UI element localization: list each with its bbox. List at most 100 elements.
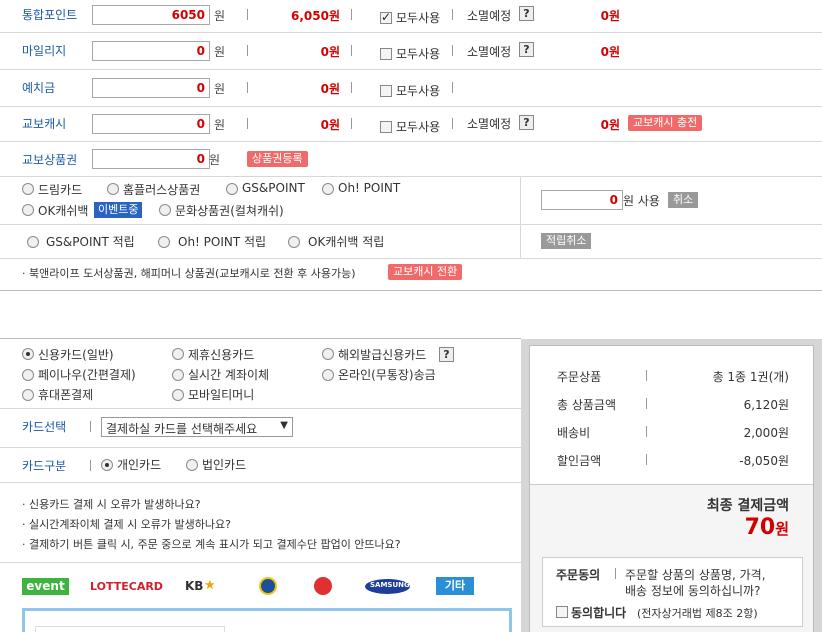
radio-gs-accumulate[interactable]	[27, 236, 39, 248]
summary-label: 총 상품금액	[557, 398, 617, 412]
question-icon[interactable]: ?	[519, 42, 534, 57]
summary-row: 배송비 2,000원	[530, 414, 815, 442]
summary-value: -8,050원	[739, 454, 789, 468]
faq-link[interactable]: · 신용카드 결제 시 오류가 발생하나요?	[22, 496, 201, 512]
radio-culture-gift[interactable]	[159, 204, 171, 216]
divider	[646, 426, 647, 437]
faq-link[interactable]: · 결제하기 버튼 클릭 시, 주문 중으로 계속 표시가 되고 결제수단 팝업…	[22, 536, 401, 552]
question-icon[interactable]: ?	[519, 115, 534, 130]
integrated-point-input[interactable]: 6050	[92, 5, 210, 25]
method-label: 모바일티머니	[188, 388, 255, 402]
radio-mobile-tmoney[interactable]	[172, 389, 184, 401]
row-divider	[0, 69, 822, 70]
card-select-label: 카드선택	[22, 420, 67, 434]
summary-row: 주문상품 총 1종 1권(개)	[530, 358, 815, 386]
row-divider	[0, 408, 521, 409]
radio-dream-card[interactable]	[22, 183, 34, 195]
option-label: OK캐쉬백	[38, 204, 89, 218]
option-label: 문화상품권(컬쳐캐쉬)	[175, 204, 284, 218]
radio-overseas-card[interactable]	[322, 348, 334, 360]
card-type-label: 카드구분	[22, 459, 67, 473]
agree-text-line2: 배송 정보에 동의하십니까?	[625, 584, 761, 598]
row-divider	[0, 32, 822, 33]
deposit-input[interactable]: 0	[92, 78, 210, 98]
radio-paynow[interactable]	[22, 369, 34, 381]
option-label: Oh! POINT	[338, 181, 401, 195]
gift-cert-register-button[interactable]: 상품권등록	[247, 151, 308, 167]
radio-mobile-pay[interactable]	[22, 389, 34, 401]
mileage-input[interactable]: 0	[92, 41, 210, 61]
event-badge: 이벤트중	[94, 202, 143, 218]
section-divider	[0, 290, 822, 291]
expiry-label: 소멸예정	[467, 45, 512, 59]
use-all-label: 모두사용	[396, 47, 441, 61]
radio-gs-point[interactable]	[226, 183, 238, 195]
method-label: 제휴신용카드	[188, 348, 255, 362]
radio-oh-accumulate[interactable]	[158, 236, 170, 248]
shinhan-card-logo-icon[interactable]	[259, 577, 277, 595]
bc-card-logo-icon[interactable]	[314, 577, 332, 595]
final-amount-unit: 원	[775, 520, 789, 538]
question-icon[interactable]: ?	[519, 6, 534, 21]
row-divider	[0, 447, 521, 448]
agree-checkbox[interactable]	[556, 606, 568, 618]
question-icon[interactable]: ?	[439, 347, 454, 362]
summary-row: 할인금액 -8,050원	[530, 442, 815, 470]
use-label: 원 사용	[623, 194, 660, 208]
mileage-expiry-value: 0원	[600, 45, 620, 59]
option-label: 홈플러스상품권	[123, 183, 201, 197]
deposit-use-all-checkbox[interactable]	[380, 85, 392, 97]
other-card-button[interactable]: 기타	[436, 577, 474, 595]
notice-text: · 북앤라이프 도서상품권, 해피머니 상품권(교보캐시로 전환 후 사용가능)	[22, 267, 356, 280]
lotte-card-logo[interactable]: LOTTECARD	[90, 580, 163, 593]
accumulate-cancel-button[interactable]: 적립취소	[541, 233, 592, 249]
radio-oh-point[interactable]	[322, 183, 334, 195]
kyobo-cash-use-all-checkbox[interactable]	[380, 121, 392, 133]
won-unit: 원	[214, 9, 226, 23]
agree-law-text: (전자상거래법 제8조 2항)	[637, 607, 758, 620]
radio-realtime-transfer[interactable]	[172, 369, 184, 381]
divider	[452, 82, 453, 93]
kb-card-logo[interactable]: KB	[185, 579, 203, 593]
method-label: 실시간 계좌이체	[188, 368, 270, 382]
agree-title: 주문동의	[556, 568, 601, 582]
samsung-card-logo[interactable]: SAMSUNG	[365, 579, 410, 594]
card-select-dropdown[interactable]: 결제하실 카드를 선택해주세요 ▼	[101, 417, 293, 437]
radio-ok-accumulate[interactable]	[288, 236, 300, 248]
divider	[646, 370, 647, 381]
kyobo-cash-input[interactable]: 0	[92, 114, 210, 134]
expiry-label: 소멸예정	[467, 117, 512, 131]
summary-value: 6,120원	[743, 398, 789, 412]
radio-corporate-card[interactable]	[186, 459, 198, 471]
mileage-use-all-checkbox[interactable]	[380, 48, 392, 60]
summary-label: 배송비	[557, 426, 591, 440]
integrated-use-all-checkbox[interactable]	[380, 10, 392, 24]
radio-personal-card[interactable]	[101, 459, 113, 471]
faq-link[interactable]: · 실시간계좌이체 결제 시 오류가 발생하나요?	[22, 516, 231, 532]
divider	[247, 9, 248, 20]
kb-star-icon: ★	[204, 578, 216, 593]
kyobo-cash-charge-button[interactable]: 교보캐시 충전	[628, 115, 703, 131]
integrated-point-label: 통합포인트	[22, 8, 78, 22]
agree-text-line1: 주문할 상품의 상품명, 가격,	[625, 568, 766, 582]
method-label: 휴대폰결제	[38, 388, 94, 402]
chevron-down-icon: ▼	[280, 420, 288, 431]
radio-ok-cashbag[interactable]	[22, 204, 34, 216]
divider	[646, 454, 647, 465]
other-point-input[interactable]: 0	[541, 190, 623, 210]
radio-homeplus[interactable]	[107, 183, 119, 195]
divider	[646, 398, 647, 409]
other-point-cancel-button[interactable]: 취소	[668, 192, 699, 208]
divider	[351, 118, 352, 129]
radio-credit-card[interactable]	[22, 348, 34, 360]
radio-partner-card[interactable]	[172, 348, 184, 360]
card-type-option: 개인카드	[117, 458, 162, 472]
row-divider	[0, 224, 822, 225]
gift-cert-label: 교보상품권	[22, 153, 78, 167]
kyobo-cash-convert-button[interactable]: 교보캐시 전환	[388, 264, 463, 280]
gift-cert-input[interactable]: 0	[92, 149, 210, 169]
option-label: Oh! POINT 적립	[178, 235, 267, 249]
event-logo[interactable]: event	[22, 578, 69, 595]
radio-online-transfer[interactable]	[322, 369, 334, 381]
order-agree-box: 주문동의 주문할 상품의 상품명, 가격, 배송 정보에 동의하십니까? 동의합…	[542, 557, 803, 627]
